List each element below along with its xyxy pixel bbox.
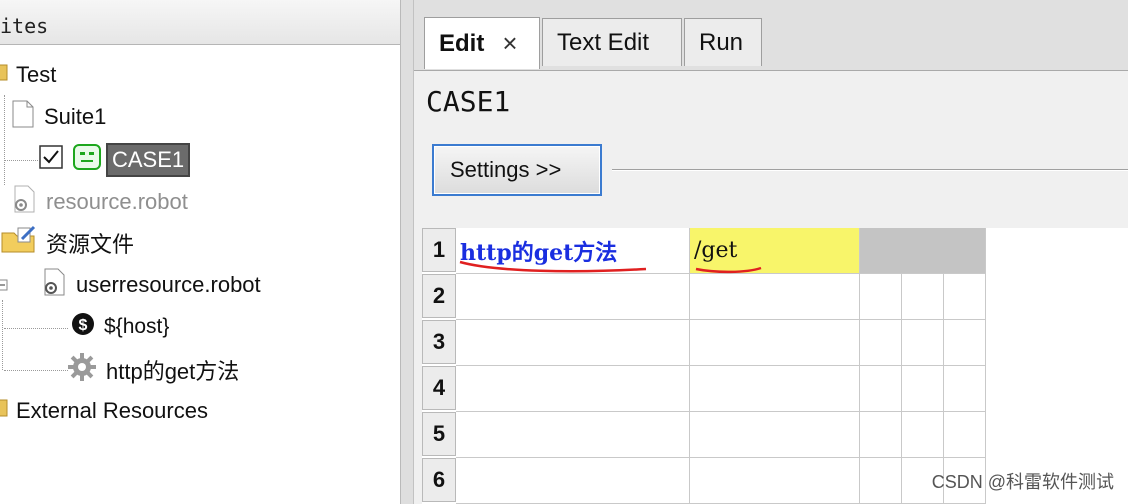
tab-label: Run: [699, 28, 744, 56]
tree-item-host-variable[interactable]: $ ${host}: [70, 309, 169, 345]
resource-file-icon: [40, 267, 68, 303]
tree-item-userresource[interactable]: userresource.robot: [0, 267, 261, 303]
row-number[interactable]: 3: [422, 320, 456, 364]
tree-item-label: Test: [16, 62, 57, 87]
tree-item-label: Suite1: [44, 104, 107, 129]
tree-item-suite1[interactable]: Suite1: [10, 99, 106, 135]
tree-panel-header: ites: [0, 0, 400, 45]
keyword-table: 1 http的get方法 /get 2 3 4 5 6: [422, 228, 1128, 504]
row-number[interactable]: 4: [422, 366, 456, 410]
file-icon: [10, 99, 36, 135]
row-number[interactable]: 2: [422, 274, 456, 318]
tab-text-edit[interactable]: Text Edit: [542, 18, 682, 66]
table-cell[interactable]: [944, 366, 986, 412]
tree-connector: [2, 300, 3, 370]
table-cell[interactable]: [860, 366, 902, 412]
tree-item-label: userresource.robot: [76, 272, 261, 297]
table-cell[interactable]: [456, 458, 690, 504]
table-cell[interactable]: [456, 366, 690, 412]
folder-icon: [0, 62, 8, 88]
table-cell[interactable]: [456, 274, 690, 320]
table-cell[interactable]: [690, 274, 860, 320]
tab-label: Text Edit: [557, 28, 650, 56]
table-cell[interactable]: [860, 320, 902, 366]
tree-item-test[interactable]: Test: [0, 57, 56, 93]
tree-connector: [4, 160, 38, 161]
tree-item-label: 资源文件: [46, 232, 135, 257]
tab-run[interactable]: Run: [684, 18, 762, 66]
tree-item-label: resource.robot: [46, 189, 188, 214]
test-case-editor: CASE1 Settings >> 1 http的get方法 /get 2 3 …: [414, 71, 1128, 504]
table-cell[interactable]: [902, 274, 944, 320]
table-cell[interactable]: [860, 412, 902, 458]
table-cell[interactable]: [902, 320, 944, 366]
table-cell[interactable]: [690, 412, 860, 458]
tree-item-external-resources[interactable]: External Resources: [0, 393, 208, 429]
row-number[interactable]: 1: [422, 228, 456, 272]
table-cell[interactable]: [456, 412, 690, 458]
table-cell[interactable]: [902, 366, 944, 412]
table-cell[interactable]: [860, 458, 902, 504]
svg-text:$: $: [79, 317, 88, 334]
testcase-robot-icon: [72, 142, 102, 178]
settings-button[interactable]: Settings >>: [432, 144, 602, 196]
table-cell[interactable]: [944, 274, 986, 320]
resource-file-icon: [10, 184, 38, 220]
folder-open-icon: [0, 225, 38, 261]
tree-item-case1[interactable]: CASE1: [38, 142, 191, 178]
tree-item-keyword[interactable]: http的get方法: [66, 352, 239, 388]
tree-item-resource-robot[interactable]: resource.robot: [10, 184, 188, 220]
table-cell[interactable]: [456, 320, 690, 366]
tree-item-label-selected: CASE1: [106, 143, 191, 177]
tab-label: Edit: [439, 29, 485, 57]
table-cell[interactable]: [690, 320, 860, 366]
tree-connector: [4, 370, 68, 371]
collapse-icon[interactable]: [0, 272, 10, 298]
table-cell-disabled: [860, 228, 986, 274]
editor-tab-bar: Edit × Text Edit Run: [414, 0, 1128, 71]
tree-connector: [4, 328, 68, 329]
test-suites-tree-panel: ites Test Suite1 CASE1 resource.robot 资源…: [0, 0, 401, 504]
tree-connector: [4, 95, 5, 185]
tab-edit[interactable]: Edit ×: [424, 17, 540, 69]
table-cell[interactable]: [860, 274, 902, 320]
close-icon[interactable]: ×: [502, 28, 517, 59]
row-number[interactable]: 5: [422, 412, 456, 456]
settings-button-label: Settings >>: [450, 157, 562, 182]
checkbox-checked-icon[interactable]: [38, 144, 64, 176]
table-cell[interactable]: [690, 366, 860, 412]
table-cell[interactable]: [902, 412, 944, 458]
tree-item-label: External Resources: [16, 398, 208, 423]
tree-item-label: http的get方法: [106, 359, 240, 384]
gear-icon: [66, 351, 98, 389]
panel-splitter[interactable]: [401, 0, 414, 504]
watermark: CSDN @科雷软件测试: [931, 472, 1114, 492]
tree-item-label: ${host}: [104, 315, 170, 338]
table-cell[interactable]: [944, 320, 986, 366]
tree-item-resource-folder[interactable]: 资源文件: [0, 225, 134, 261]
row-number[interactable]: 6: [422, 458, 456, 502]
settings-divider: [612, 169, 1128, 171]
case-title: CASE1: [426, 85, 511, 118]
table-cell[interactable]: [690, 458, 860, 504]
folder-icon: [0, 396, 8, 426]
dollar-variable-icon: $: [70, 311, 96, 343]
tree-panel-title: ites: [0, 14, 49, 38]
table-cell[interactable]: [944, 412, 986, 458]
